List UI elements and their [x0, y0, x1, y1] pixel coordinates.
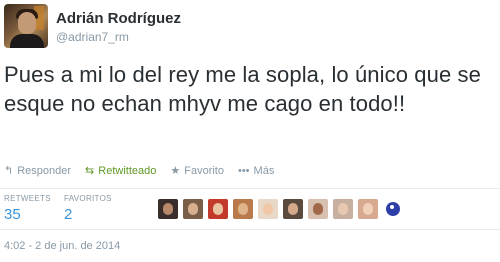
favorites-count: 2	[64, 206, 73, 223]
user-names: Adrián Rodríguez @adrian7_rm	[56, 10, 181, 46]
retweeter-avatar[interactable]	[258, 199, 278, 219]
more-button[interactable]: ••• Más	[238, 165, 274, 177]
retweets-count: 35	[4, 206, 21, 223]
avatar-body	[10, 34, 44, 48]
retweet-icon: ⇆	[85, 165, 95, 177]
tweet-text: Pues a mi lo del rey me la sopla, lo úni…	[4, 62, 481, 116]
tweet-header: Adrián Rodríguez @adrian7_rm	[4, 4, 181, 48]
retweeter-avatar[interactable]	[383, 199, 403, 219]
retweeter-avatar[interactable]	[183, 199, 203, 219]
retweeter-avatar[interactable]	[283, 199, 303, 219]
favorites-stat[interactable]: FAVORITOS 2	[64, 194, 136, 224]
favorite-button[interactable]: ★ Favorito	[170, 164, 224, 178]
retweeter-avatar[interactable]	[308, 199, 328, 219]
user-full-name[interactable]: Adrián Rodríguez	[56, 10, 181, 28]
retweeter-avatars	[158, 199, 408, 219]
favorite-label: Favorito	[184, 164, 224, 177]
retweet-label: Retwitteado	[98, 164, 157, 177]
tweet-actions: ↰ Responder ⇆ Retwitteado ★ Favorito •••…	[4, 164, 288, 178]
ellipsis-icon: •••	[237, 164, 250, 177]
retweeter-avatar[interactable]	[358, 199, 378, 219]
retweet-button[interactable]: ⇆ Retwitteado	[85, 164, 157, 178]
more-label: Más	[253, 164, 275, 177]
user-avatar[interactable]	[4, 4, 48, 48]
tweet-stats: RETWEETS 35 FAVORITOS 2	[0, 188, 500, 230]
avatar-face	[18, 12, 36, 34]
reply-icon: ↰	[4, 165, 14, 177]
star-icon: ★	[170, 165, 181, 177]
retweeter-avatar[interactable]	[158, 199, 178, 219]
retweeter-avatar[interactable]	[333, 199, 353, 219]
reply-label: Responder	[17, 164, 72, 177]
user-handle[interactable]: @adrian7_rm	[56, 28, 181, 46]
retweeter-avatar[interactable]	[233, 199, 253, 219]
retweeter-avatar[interactable]	[208, 199, 228, 219]
tweet-timestamp[interactable]: 4:02 - 2 de jun. de 2014	[4, 240, 120, 252]
reply-button[interactable]: ↰ Responder	[4, 164, 72, 178]
retweets-stat[interactable]: RETWEETS 35	[4, 194, 51, 224]
bird-eye	[390, 205, 394, 209]
favorites-label: FAVORITOS	[64, 194, 112, 203]
bird-icon	[386, 202, 400, 216]
retweets-label: RETWEETS	[4, 194, 51, 203]
